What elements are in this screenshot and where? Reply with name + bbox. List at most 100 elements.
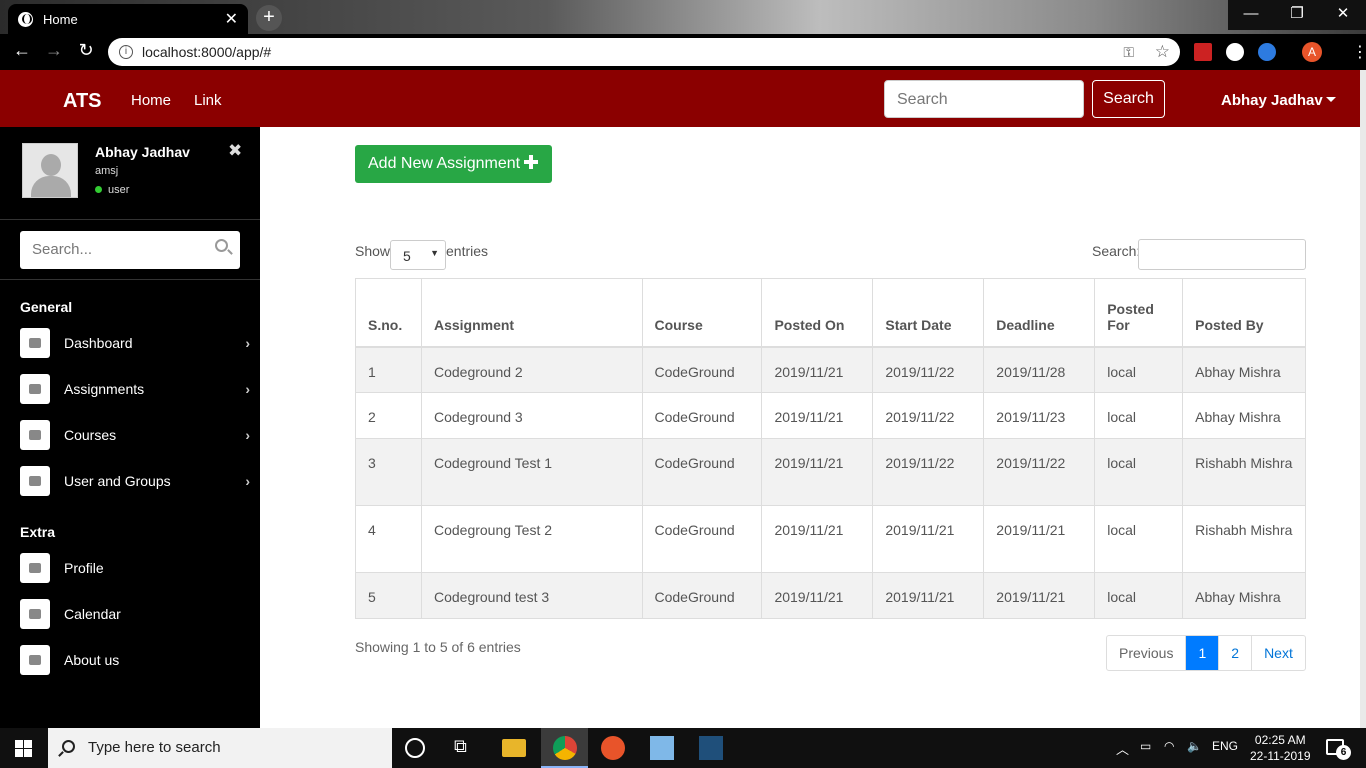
column-header[interactable]: Assignment [420,278,643,348]
bookmark-star-icon[interactable]: ☆ [1155,38,1170,66]
nav-link-home[interactable]: Home [131,92,171,109]
key-icon[interactable]: ⚿ [1123,38,1134,66]
postman-icon[interactable] [601,736,625,760]
mysql-workbench-icon[interactable] [699,736,723,760]
entries-select[interactable]: 5 ▼ [390,240,446,270]
column-header[interactable]: Posted On [761,278,874,348]
column-header[interactable]: Course [641,278,763,348]
sidebar-item-courses[interactable]: Courses › [20,420,250,450]
browser-tab[interactable]: Home ✕ [8,4,248,34]
divider [0,219,260,220]
sidebar-heading-extra: Extra [20,524,56,540]
table-cell: 2019/11/21 [761,572,874,619]
notification-center-icon[interactable]: 6 [1326,739,1351,760]
table-cell: 2019/11/21 [872,572,985,619]
taskbar-search-input[interactable]: Type here to search [48,728,392,768]
table-cell: Abhay Mishra [1182,572,1306,619]
cortana-icon[interactable] [405,738,425,758]
column-header[interactable]: Posted For [1094,278,1184,348]
table-info: Showing 1 to 5 of 6 entries [355,639,521,655]
profile-avatar[interactable]: A [1302,42,1322,62]
pagination-page-2[interactable]: 2 [1218,636,1251,670]
reload-icon[interactable]: ↻ [74,40,98,61]
user-name: Abhay Jadhav [1221,92,1323,109]
language-indicator[interactable]: ENG [1212,739,1238,753]
back-icon[interactable]: ← [10,40,34,61]
virtualbox-icon[interactable] [650,736,674,760]
pagination-next[interactable]: Next [1251,636,1305,670]
windows-start-icon[interactable] [15,740,32,757]
sidebar-search-placeholder: Search... [32,241,93,258]
address-bar: ← → ↻ i localhost:8000/app/# ⚿ ☆ A ⋮ [0,34,1366,70]
table-row[interactable]: 5 Codeground test 3 CodeGround 2019/11/2… [355,572,1306,619]
column-header[interactable]: Deadline [983,278,1096,348]
site-info-icon[interactable]: i [119,45,133,59]
volume-icon[interactable]: 🔈 [1187,739,1202,753]
notification-count: 6 [1336,745,1351,760]
minimize-button[interactable]: — [1228,0,1274,30]
new-tab-button[interactable]: + [256,5,282,31]
pagination-previous[interactable]: Previous [1107,636,1185,670]
extension-icon[interactable] [1194,43,1212,61]
entries-label: entries [446,243,489,259]
close-window-button[interactable]: ✕ [1320,0,1366,30]
table-cell: Abhay Mishra [1182,346,1306,393]
forward-icon[interactable]: → [42,40,66,61]
page-scrollbar[interactable] [1360,70,1366,728]
extension-icon[interactable] [1258,43,1276,61]
windows-taskbar: Type here to search ⧉ ︿ ▭ ◠ 🔈 ENG 02:25 … [0,728,1366,768]
table-cell: 1 [355,346,422,393]
navbar-search-button[interactable]: Search [1092,80,1165,118]
profile-role: user [95,184,129,196]
file-explorer-icon[interactable] [502,739,526,757]
tab-title: Home [43,11,78,27]
add-new-assignment-button[interactable]: Add New Assignment [355,145,552,183]
table-cell: 5 [355,572,422,619]
restore-button[interactable]: ❐ [1274,0,1320,30]
menu-icon[interactable]: ⋮ [1352,42,1366,62]
column-header[interactable]: S.no. [355,278,422,348]
chevron-up-icon[interactable]: ︿ [1116,739,1129,758]
battery-icon[interactable]: ▭ [1140,739,1151,753]
close-icon[interactable]: ✖ [228,141,242,161]
table-row[interactable]: 2 Codeground 3 CodeGround 2019/11/21 201… [355,392,1306,439]
sidebar-search-input[interactable]: Search... [20,231,240,269]
table-search-input[interactable] [1138,239,1306,270]
search-icon[interactable] [215,239,228,252]
tab-close-icon[interactable]: ✕ [225,9,238,29]
table-cell: 2019/11/21 [872,505,985,573]
sidebar-item-user-and-groups[interactable]: User and Groups › [20,466,250,496]
profile-icon [20,553,50,583]
pagination-page-1[interactable]: 1 [1185,636,1219,670]
sidebar-item-calendar[interactable]: Calendar [20,599,250,629]
sidebar-item-dashboard[interactable]: Dashboard › [20,328,250,358]
caret-down-icon [1325,97,1336,102]
chevron-right-icon: › [245,381,250,397]
users-icon [20,466,50,496]
brand-logo[interactable]: ATS [63,90,102,113]
nav-link-link[interactable]: Link [194,92,222,109]
browser-tab-strip: Home ✕ + — ❐ ✕ [0,0,1366,34]
dropdown-arrow-icon: ▼ [430,248,439,258]
sidebar-item-profile[interactable]: Profile [20,553,250,583]
navbar-search-input[interactable]: Search [884,80,1084,118]
table-cell: 2019/11/21 [761,505,874,573]
extension-icon[interactable] [1226,43,1244,61]
column-header[interactable]: Posted By [1182,278,1306,348]
wifi-icon[interactable]: ◠ [1164,739,1174,753]
table-row[interactable]: 4 Codegroung Test 2 CodeGround 2019/11/2… [355,505,1306,573]
task-view-icon[interactable]: ⧉ [454,736,478,760]
table-cell: CodeGround [641,346,763,393]
table-row[interactable]: 3 Codeground Test 1 CodeGround 2019/11/2… [355,438,1306,506]
sidebar-item-assignments[interactable]: Assignments › [20,374,250,404]
list-icon [20,374,50,404]
table-row[interactable]: 1 Codeground 2 CodeGround 2019/11/21 201… [355,346,1306,393]
sidebar-item-about-us[interactable]: About us [20,645,250,675]
column-header[interactable]: Start Date [872,278,985,348]
clock[interactable]: 02:25 AM 22-11-2019 [1250,732,1311,764]
user-dropdown[interactable]: Abhay Jadhav [1221,92,1336,109]
table-cell: Rishabh Mishra [1182,438,1306,506]
table-cell: 2019/11/21 [761,438,874,506]
show-label: Show [355,243,391,259]
url-field[interactable]: i localhost:8000/app/# ⚿ ☆ [108,38,1180,66]
